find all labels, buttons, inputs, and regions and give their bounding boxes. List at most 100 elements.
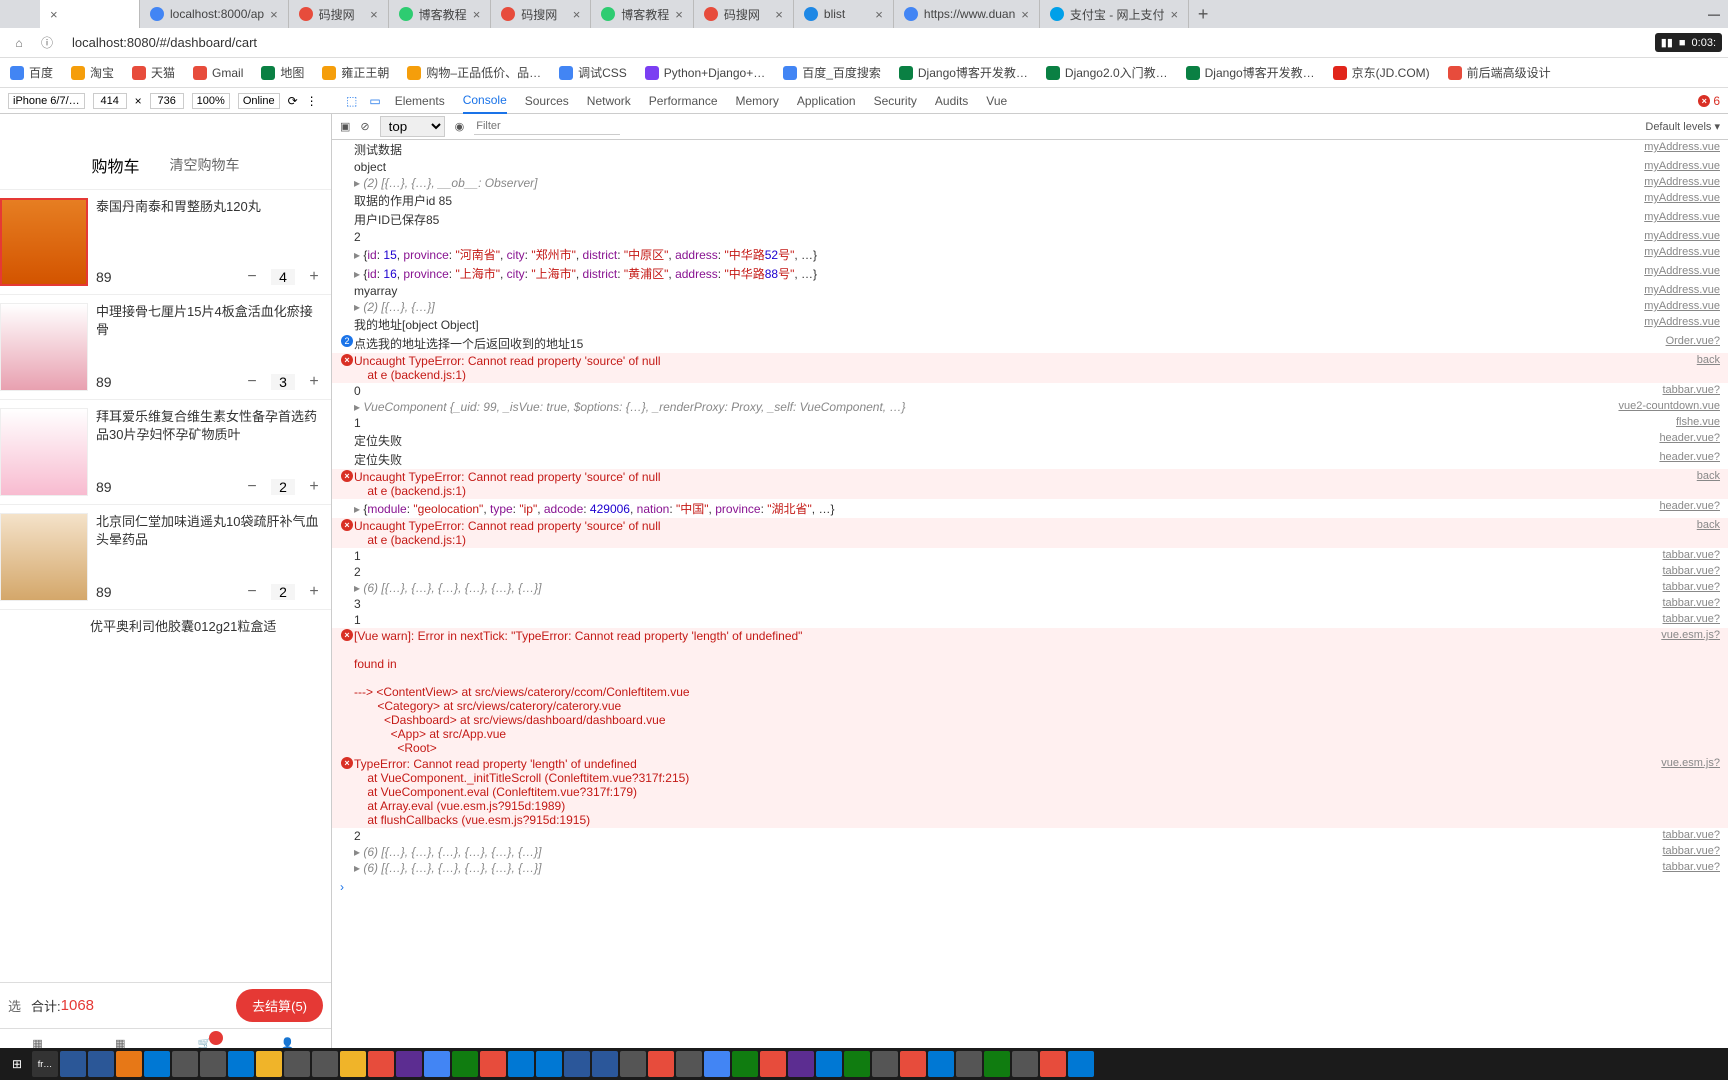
console-message[interactable]: myarraymyAddress.vue [332,283,1728,299]
new-tab-button[interactable]: + [1189,0,1217,28]
bookmark-item[interactable]: Python+Django+… [645,66,765,80]
browser-tab[interactable]: 码搜网× [694,0,794,28]
console-message[interactable]: 2myAddress.vue [332,229,1728,245]
sidebar-toggle-icon[interactable]: ▣ [340,120,350,133]
url-input[interactable]: localhost:8080/#/dashboard/cart [66,32,1662,53]
taskbar-app-icon[interactable] [928,1051,954,1077]
console-message[interactable]: {id: 16, province: "上海市", city: "上海市", d… [332,264,1728,283]
taskbar-app-icon[interactable] [1040,1051,1066,1077]
taskbar-app-icon[interactable] [144,1051,170,1077]
bookmark-item[interactable]: Django2.0入门教… [1046,64,1168,81]
taskbar-app-icon[interactable] [564,1051,590,1077]
clear-console-icon[interactable]: ⊘ [360,120,369,133]
source-link[interactable]: back [1697,519,1720,531]
bookmark-item[interactable]: 天猫 [132,64,175,81]
device-toggle-icon[interactable]: ▭ [363,94,386,108]
device-width-input[interactable]: 414 [93,93,127,109]
site-info-icon[interactable]: ⓘ [38,34,56,52]
source-link[interactable]: flshe.vue [1676,416,1720,428]
taskbar-app-icon[interactable] [172,1051,198,1077]
taskbar-app-icon[interactable] [788,1051,814,1077]
taskbar-app-icon[interactable] [760,1051,786,1077]
more-icon[interactable]: ⋮ [306,94,318,108]
console-message[interactable]: (2) [{…}, {…}]myAddress.vue [332,299,1728,315]
browser-tab[interactable]: https://www.duan× [894,0,1040,28]
source-link[interactable]: myAddress.vue [1644,211,1720,223]
taskbar-app-icon[interactable] [508,1051,534,1077]
browser-tab[interactable]: localhost:8000/ap× [140,0,289,28]
source-link[interactable]: myAddress.vue [1644,230,1720,242]
decrement-button[interactable]: − [243,268,261,286]
taskbar-chrome[interactable]: fr… [32,1051,58,1077]
console-message[interactable]: ×Uncaught TypeError: Cannot read propert… [332,469,1728,499]
close-icon[interactable]: × [50,7,58,22]
taskbar-app-icon[interactable] [1068,1051,1094,1077]
console-message[interactable]: (6) [{…}, {…}, {…}, {…}, {…}, {…}]tabbar… [332,860,1728,876]
source-link[interactable]: tabbar.vue? [1663,384,1721,396]
console-message[interactable]: 用户ID已保存85myAddress.vue [332,210,1728,229]
bookmark-item[interactable]: 百度_百度搜索 [783,64,881,81]
bookmark-item[interactable]: Django博客开发教… [1186,64,1315,81]
console-output[interactable]: 测试数据myAddress.vueobjectmyAddress.vue(2) … [332,140,1728,1080]
console-message[interactable]: 定位失败header.vue? [332,450,1728,469]
recording-indicator[interactable]: ▮▮ ■ 0:03: [1655,33,1722,52]
source-link[interactable]: tabbar.vue? [1663,565,1721,577]
cart-list[interactable]: 泰国丹南泰和胃整肠丸120丸 89 −4+ 中理接骨七厘片15片4板盒活血化瘀接… [0,190,331,982]
tab-security[interactable]: Security [874,89,917,113]
source-link[interactable]: myAddress.vue [1644,176,1720,188]
bookmark-item[interactable]: 调试CSS [559,64,627,81]
taskbar-app-icon[interactable] [284,1051,310,1077]
taskbar-app-icon[interactable] [676,1051,702,1077]
rotate-icon[interactable]: ⟳ [288,94,298,108]
taskbar-app-icon[interactable] [200,1051,226,1077]
bookmark-item[interactable]: 京东(JD.COM) [1333,64,1430,81]
increment-button[interactable]: + [305,583,323,601]
browser-tab[interactable]: 码搜网× [491,0,591,28]
filter-input[interactable] [474,118,620,135]
source-link[interactable]: tabbar.vue? [1663,613,1721,625]
console-message[interactable]: 2tabbar.vue? [332,564,1728,580]
taskbar-app-icon[interactable] [452,1051,478,1077]
source-link[interactable]: myAddress.vue [1644,300,1720,312]
bookmark-item[interactable]: 雍正王朝 [322,64,389,81]
tab-memory[interactable]: Memory [736,89,779,113]
tab-console[interactable]: Console [463,88,507,114]
console-message[interactable]: 3tabbar.vue? [332,596,1728,612]
product-thumb[interactable] [0,513,88,601]
product-thumb[interactable] [0,303,88,391]
close-icon[interactable]: × [675,7,683,22]
close-icon[interactable]: × [270,7,278,22]
taskbar-app-icon[interactable] [312,1051,338,1077]
cart-item[interactable]: 优平奥利司他胶囊012g21粒盒适 [0,610,331,644]
taskbar-app-icon[interactable] [704,1051,730,1077]
console-message[interactable]: {id: 15, province: "河南省", city: "郑州市", d… [332,245,1728,264]
console-message[interactable]: 0tabbar.vue? [332,383,1728,399]
console-message[interactable]: ×Uncaught TypeError: Cannot read propert… [332,518,1728,548]
context-select[interactable]: top [380,116,445,137]
console-message[interactable]: 2点选我的地址选择一个后返回收到的地址15Order.vue? [332,334,1728,353]
browser-tab[interactable]: 码搜网× [289,0,389,28]
tab-network[interactable]: Network [587,89,631,113]
pause-icon[interactable]: ▮▮ [1661,36,1673,49]
console-message[interactable]: objectmyAddress.vue [332,159,1728,175]
console-message[interactable]: 1tabbar.vue? [332,548,1728,564]
checkout-button[interactable]: 去结算(5) [236,989,323,1022]
tab-vue[interactable]: Vue [986,89,1007,113]
source-link[interactable]: myAddress.vue [1644,141,1720,153]
close-icon[interactable]: × [370,7,378,22]
taskbar-app-icon[interactable] [424,1051,450,1077]
inspect-icon[interactable]: ⬚ [340,94,363,108]
taskbar-app-icon[interactable] [844,1051,870,1077]
decrement-button[interactable]: − [243,373,261,391]
taskbar-app-icon[interactable] [732,1051,758,1077]
bookmark-item[interactable]: 百度 [10,64,53,81]
source-link[interactable]: myAddress.vue [1644,160,1720,172]
close-icon[interactable]: × [1171,7,1179,22]
taskbar-app-icon[interactable] [256,1051,282,1077]
source-link[interactable]: back [1697,470,1720,482]
taskbar-app-icon[interactable] [480,1051,506,1077]
source-link[interactable]: vue2-countdown.vue [1618,400,1720,412]
browser-tab[interactable]: 博客教程× [389,0,492,28]
browser-tab[interactable]: 支付宝 - 网上支付× [1040,0,1189,28]
stop-icon[interactable]: ■ [1679,37,1686,49]
